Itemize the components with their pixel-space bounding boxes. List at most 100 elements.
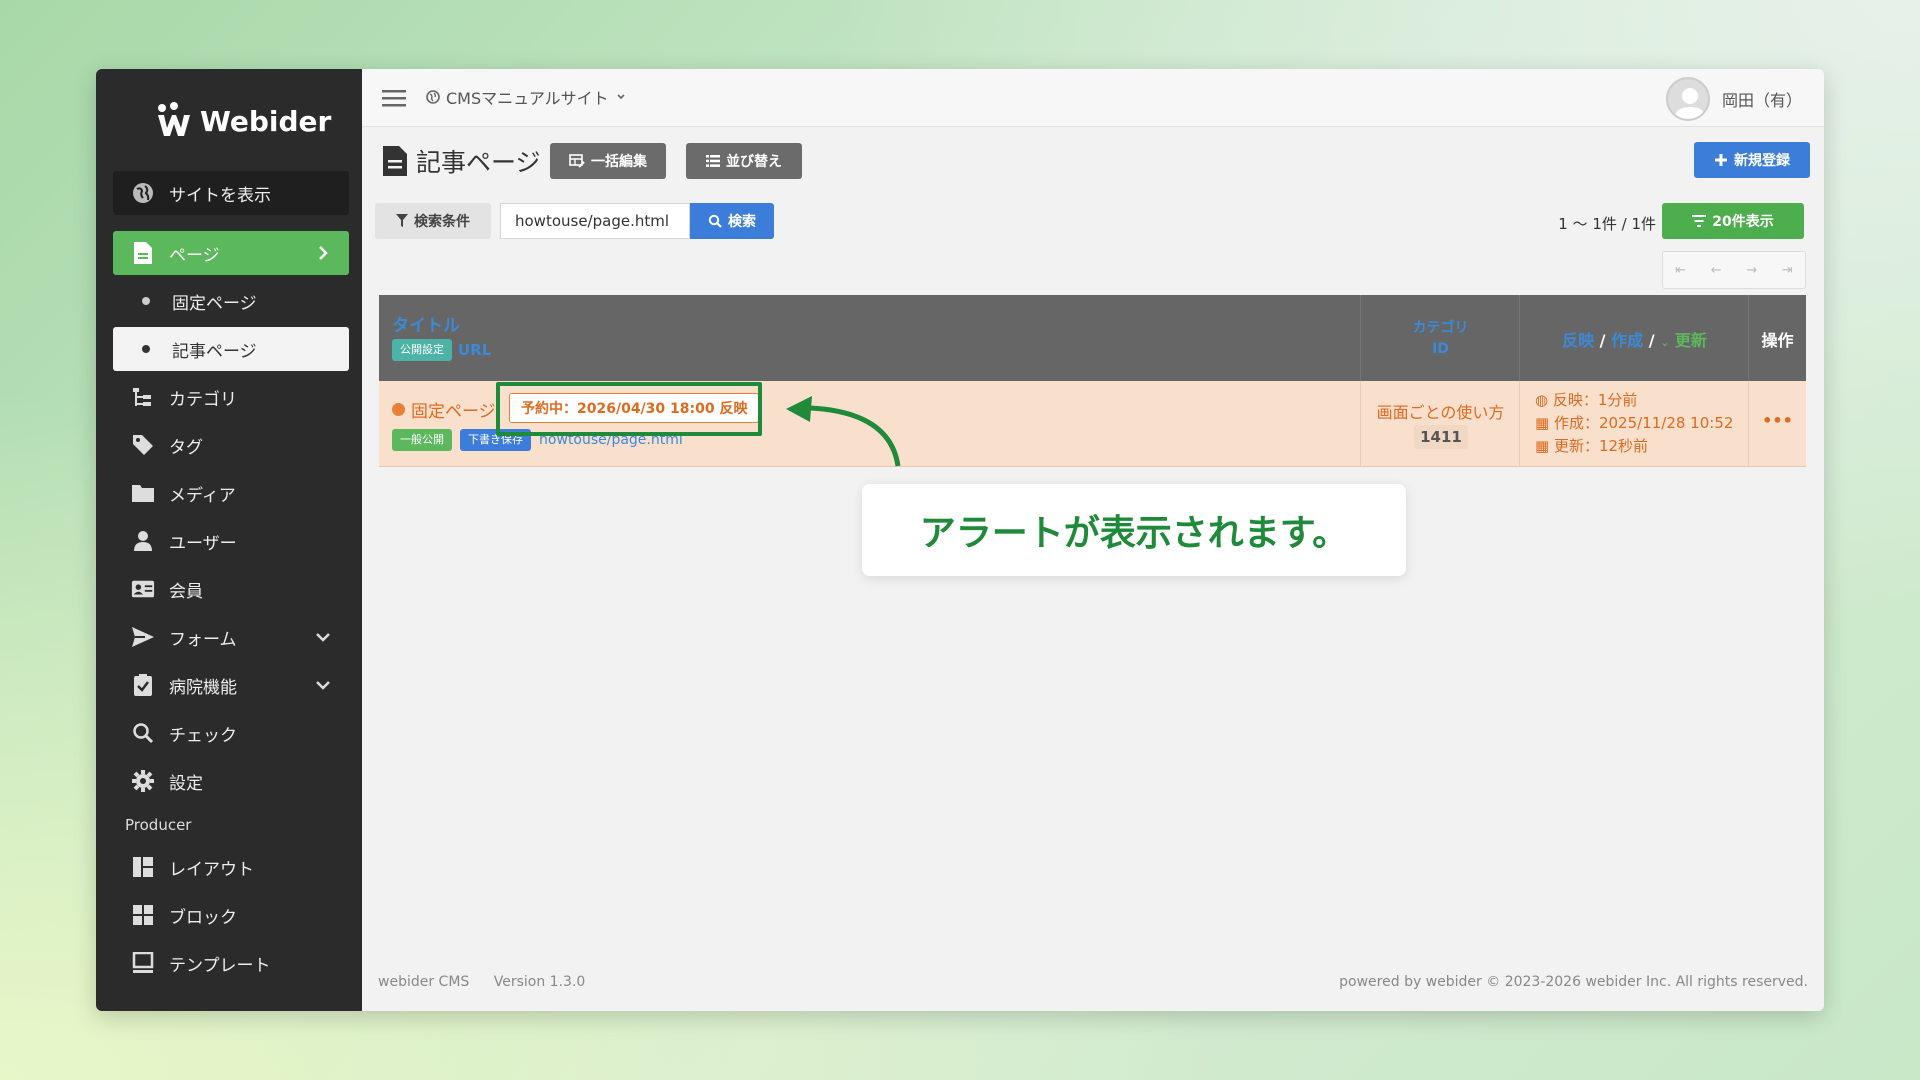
last-page-icon[interactable]: ⇥	[1782, 263, 1793, 278]
sidebar-item-label: サイトを表示	[169, 185, 271, 206]
footer-left: webider CMS Version 1.3.0	[378, 974, 585, 990]
header-dates: 反映 / 作成 / ⌄ 更新	[1562, 331, 1707, 350]
sidebar-item-form[interactable]: フォーム	[113, 615, 349, 659]
row-dates: ◍ 反映：1分前 ▦ 作成：2025/11/28 10:52 ▦ 更新：12秒前	[1535, 389, 1733, 458]
created-icon: ▦	[1535, 414, 1554, 432]
bulk-edit-label: 一括編集	[591, 154, 647, 170]
table-header: タイトル 公開設定 URL カテゴリ ID 反映 / 作成 / ⌄ 更新 操作	[379, 295, 1806, 381]
sidebar-item-tag[interactable]: タグ	[113, 423, 349, 467]
pagination: ⇤ ← → ⇥	[1662, 251, 1806, 289]
result-range: 1 〜 1件 / 1件	[1558, 215, 1656, 233]
hamburger-menu-icon[interactable]	[382, 88, 406, 108]
paper-plane-icon	[131, 625, 155, 649]
public-badge: 一般公開	[392, 429, 452, 451]
sidebar-item-members[interactable]: 会員	[113, 567, 349, 611]
globe-icon	[131, 181, 155, 205]
header-id[interactable]: ID	[1361, 341, 1520, 357]
sidebar-item-block[interactable]: ブロック	[113, 893, 349, 937]
row-title[interactable]: 固定ページ	[411, 397, 496, 422]
sort-button[interactable]: 並び替え	[686, 143, 802, 179]
sidebar-item-media[interactable]: メディア	[113, 471, 349, 515]
header-reflect[interactable]: 反映	[1562, 331, 1594, 350]
sidebar-item-fixed-pages[interactable]: 固定ページ	[113, 279, 349, 323]
header-publish-badge[interactable]: 公開設定	[392, 339, 452, 361]
list-icon	[706, 155, 720, 167]
per-page-button[interactable]: 20件表示	[1662, 203, 1804, 239]
next-page-icon[interactable]: →	[1746, 263, 1757, 278]
prev-page-icon[interactable]: ←	[1711, 263, 1722, 278]
sidebar-item-label: 病院機能	[169, 677, 237, 698]
header-title[interactable]: タイトル	[392, 311, 460, 336]
bulk-edit-button[interactable]: 一括編集	[550, 143, 666, 179]
tree-icon	[131, 385, 155, 409]
sidebar-item-article-pages[interactable]: 記事ページ	[113, 327, 349, 371]
producer-heading: Producer	[125, 816, 192, 834]
sidebar-item-label: メディア	[169, 485, 236, 506]
first-page-icon[interactable]: ⇤	[1675, 263, 1686, 278]
bullet-icon	[142, 297, 150, 305]
document-icon	[131, 241, 155, 265]
layout-icon	[131, 855, 155, 879]
sidebar-item-label: 設定	[169, 773, 203, 794]
row-id: 1411	[1414, 425, 1468, 449]
search-button[interactable]: 検索	[690, 203, 774, 239]
footer-product: webider CMS	[378, 974, 470, 990]
page-title: 記事ページ	[382, 143, 541, 179]
search-label: 検索	[728, 214, 756, 230]
globe-icon	[426, 90, 440, 104]
logo[interactable]: Webider	[154, 99, 331, 143]
reflect-line: ◍ 反映：1分前	[1535, 389, 1733, 412]
sidebar-item-settings[interactable]: 設定	[113, 759, 349, 803]
row-action-cell: •••	[1749, 381, 1806, 466]
new-button[interactable]: 新規登録	[1694, 142, 1810, 178]
bullet-icon	[142, 345, 150, 353]
sidebar-item-view-site[interactable]: サイトを表示	[113, 171, 349, 215]
sidebar-item-label: 固定ページ	[172, 293, 257, 314]
search-icon	[708, 214, 722, 228]
document-icon	[383, 146, 407, 176]
created-text: 作成：2025/11/28 10:52	[1553, 414, 1734, 432]
footer-copyright: powered by webider © 2023-2026 webider I…	[1339, 974, 1808, 990]
filter-button[interactable]: 検索条件	[375, 203, 491, 239]
updated-text: 更新：12秒前	[1553, 437, 1649, 455]
header-url[interactable]: URL	[458, 341, 491, 359]
site-selector[interactable]: CMSマニュアルサイト	[426, 85, 627, 109]
created-line: ▦ 作成：2025/11/28 10:52	[1535, 412, 1733, 435]
page-title-text: 記事ページ	[416, 148, 541, 177]
arrow-icon	[786, 396, 901, 467]
webider-logo-icon	[158, 102, 190, 136]
sidebar-item-hospital[interactable]: 病院機能	[113, 663, 349, 707]
highlight-box	[496, 382, 762, 436]
row-category[interactable]: 画面ごとの使い方	[1361, 399, 1520, 423]
user-icon	[131, 529, 155, 553]
filter-icon	[396, 214, 408, 227]
sidebar-item-label: 会員	[169, 581, 203, 602]
sidebar-item-check[interactable]: チェック	[113, 711, 349, 755]
folder-icon	[131, 481, 155, 505]
sidebar-item-label: ブロック	[169, 907, 237, 928]
sidebar-item-category[interactable]: カテゴリ	[113, 375, 349, 419]
header-created[interactable]: 作成	[1611, 331, 1643, 350]
user-menu[interactable]: 岡田（有）	[1665, 77, 1802, 121]
sidebar-item-label: タグ	[169, 437, 203, 458]
sidebar-item-pages[interactable]: ページ	[113, 231, 349, 275]
plus-icon	[1715, 154, 1727, 166]
search-input[interactable]: howtouse/page.html	[500, 203, 690, 239]
header-category[interactable]: カテゴリ	[1361, 317, 1520, 337]
header-updated[interactable]: 更新	[1675, 331, 1707, 350]
tag-icon	[131, 433, 155, 457]
header-action: 操作	[1761, 331, 1794, 350]
chevron-down-icon	[316, 633, 330, 642]
search-icon	[131, 721, 155, 745]
more-menu-icon[interactable]: •••	[1749, 411, 1806, 430]
user-name: 岡田（有）	[1721, 91, 1802, 110]
sidebar-item-template[interactable]: テンプレート	[113, 941, 349, 985]
logo-text: Webider	[200, 104, 332, 138]
sidebar-item-users[interactable]: ユーザー	[113, 519, 349, 563]
header-title-cell: タイトル 公開設定 URL	[379, 295, 1361, 381]
sidebar-item-label: フォーム	[169, 629, 237, 650]
sidebar-item-label: カテゴリ	[169, 389, 237, 410]
footer-version: Version 1.3.0	[493, 974, 586, 990]
sidebar-item-layout[interactable]: レイアウト	[113, 845, 349, 889]
sidebar-item-label: ページ	[169, 245, 220, 266]
